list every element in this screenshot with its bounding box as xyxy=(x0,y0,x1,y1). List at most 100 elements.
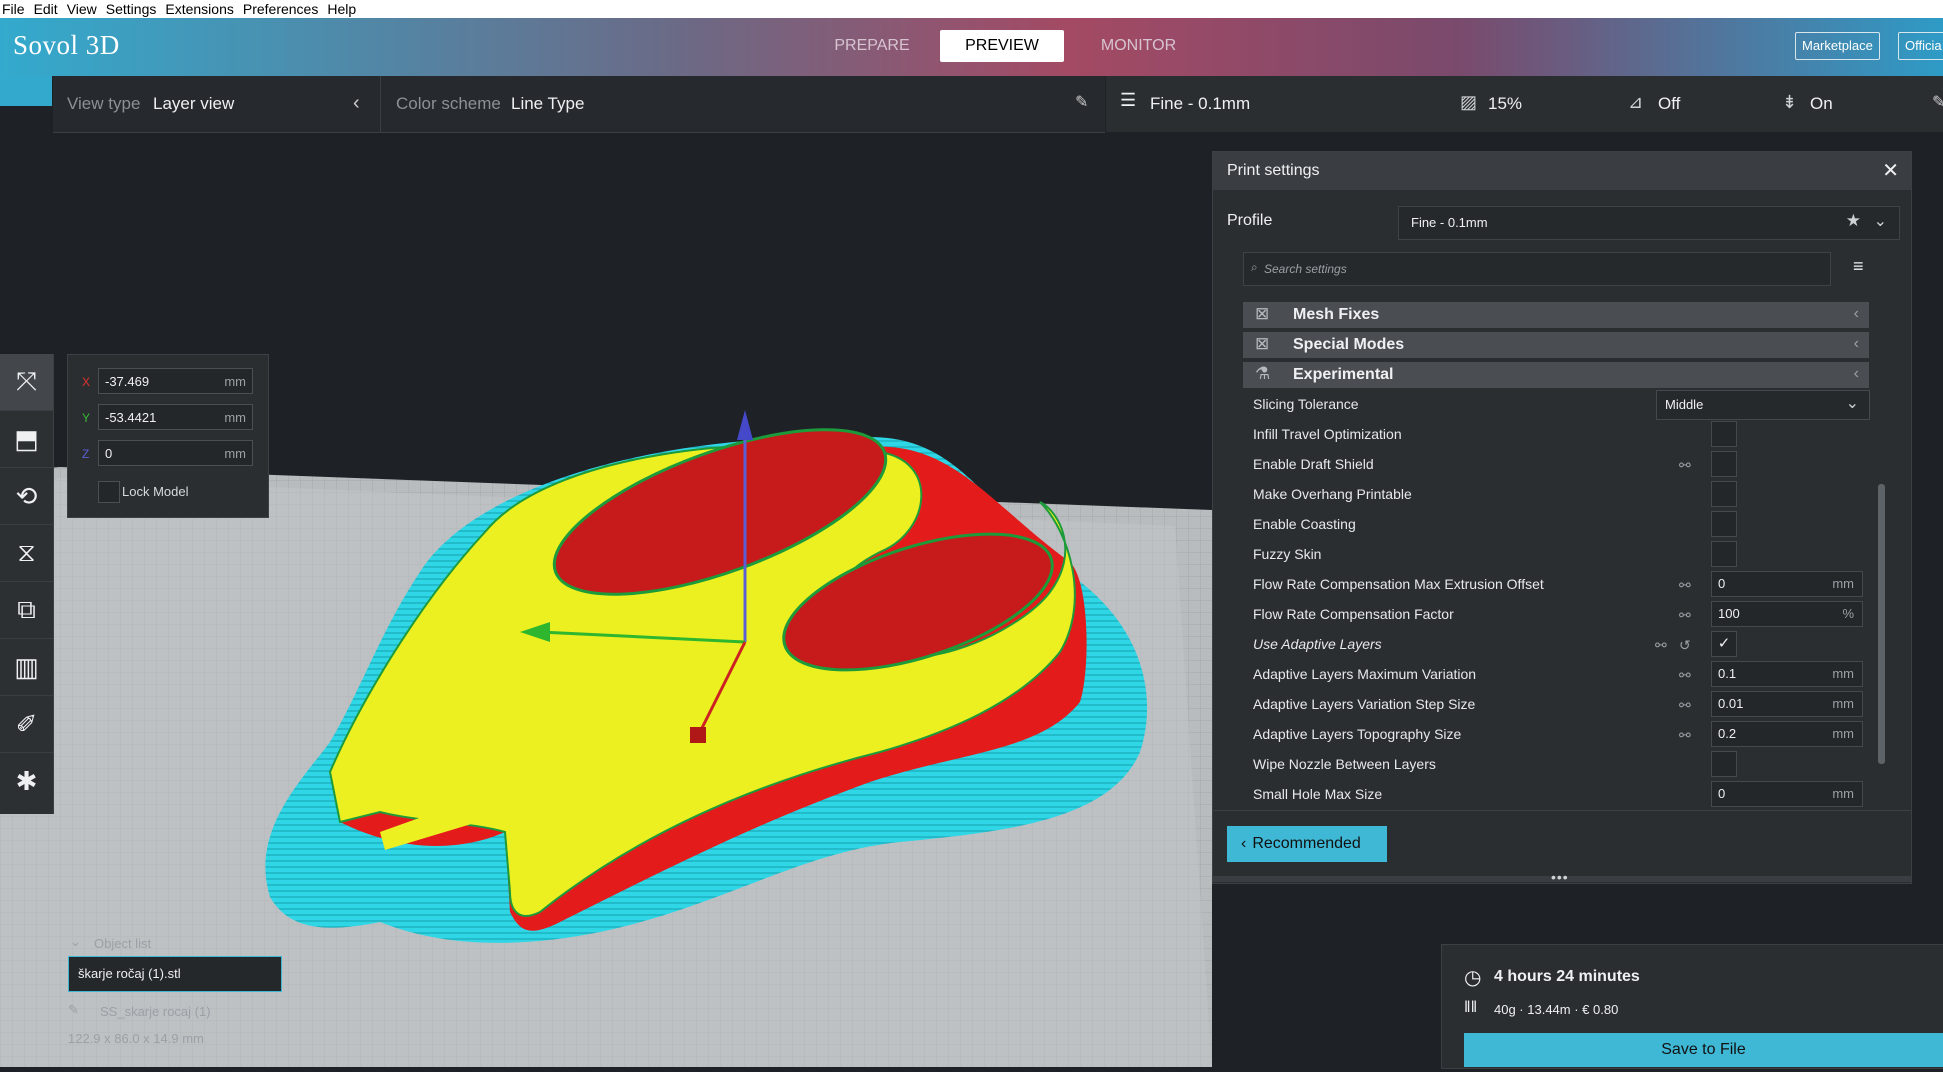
view-type-dropdown[interactable]: Layer view xyxy=(153,94,234,114)
panel-resize-handle[interactable]: ••• xyxy=(1213,869,1911,885)
reset-icon[interactable]: ↺ xyxy=(1679,637,1695,653)
object-list-item[interactable]: škarje ročaj (1).stl xyxy=(68,956,282,992)
layers-icon: ☰ xyxy=(1120,90,1137,110)
menu-edit[interactable]: Edit xyxy=(32,0,60,18)
official-button[interactable]: Officia xyxy=(1898,32,1943,60)
divider xyxy=(1213,810,1911,811)
move-panel: X -37.469 mm Y -53.4421 mm Z 0 mm Lock Mode… xyxy=(67,354,269,518)
wipe-nozzle-checkbox[interactable] xyxy=(1711,751,1737,777)
x-input[interactable]: -37.469 mm xyxy=(98,368,253,394)
menu-preferences[interactable]: Preferences xyxy=(241,0,320,18)
pencil-icon[interactable]: ✎ xyxy=(1075,92,1088,112)
setting-label: Flow Rate Compensation Factor xyxy=(1253,606,1454,622)
chevron-left-icon: ‹ xyxy=(1853,365,1859,382)
setting-label: Make Overhang Printable xyxy=(1253,486,1412,502)
divider xyxy=(380,76,381,132)
coasting-checkbox[interactable] xyxy=(1711,511,1737,537)
recommended-button[interactable]: ‹ Recommended xyxy=(1227,826,1387,862)
flow-factor-input[interactable]: 100% xyxy=(1711,601,1863,627)
chevron-down-icon[interactable]: ⌄ xyxy=(70,934,81,950)
link-icon: ⚯ xyxy=(1679,457,1691,473)
stage-prepare[interactable]: PREPARE xyxy=(829,30,915,62)
menu-extensions[interactable]: Extensions xyxy=(163,0,235,18)
settings-scrollbar[interactable] xyxy=(1878,484,1885,764)
clock-icon: ◷ xyxy=(1464,967,1482,989)
object-list-title[interactable]: Object list xyxy=(94,936,151,951)
panel-title: Print settings xyxy=(1227,162,1320,179)
chevron-down-icon[interactable]: ⌄ xyxy=(1874,211,1887,231)
app-header: Sovol 3D PREPARE PREVIEW MONITOR Marketp… xyxy=(0,18,1943,76)
adhesion-summary: On xyxy=(1810,94,1833,113)
3d-viewport[interactable] xyxy=(0,132,1212,1067)
star-icon[interactable]: ★ xyxy=(1846,211,1861,231)
rotate-tool-icon[interactable]: ⟲ xyxy=(0,468,53,525)
flow-max-offset-input[interactable]: 0 mm xyxy=(1711,571,1863,597)
profile-summary: Fine - 0.1mm xyxy=(1150,94,1251,113)
pencil-icon[interactable]: ✎ xyxy=(68,1002,79,1018)
adaptive-layers-checkbox[interactable]: ✓ xyxy=(1711,631,1737,657)
adaptive-max-variation-input[interactable]: 0.1 mm xyxy=(1711,661,1863,687)
measure-tool-icon[interactable]: ✐ xyxy=(0,696,53,753)
setting-label: Fuzzy Skin xyxy=(1253,546,1322,562)
profile-dropdown[interactable]: Fine - 0.1mm ★ ⌄ xyxy=(1398,206,1900,240)
category-special-modes[interactable]: ⊠ Special Modes ‹ xyxy=(1243,332,1869,358)
z-input[interactable]: 0 mm xyxy=(98,440,253,466)
setting-label: Adaptive Layers Topography Size xyxy=(1253,726,1462,742)
fuzzy-skin-checkbox[interactable] xyxy=(1711,541,1737,567)
color-scheme-label: Color scheme xyxy=(396,94,501,113)
link-icon: ⚯ xyxy=(1679,607,1691,623)
small-hole-max-input[interactable]: 0 mm xyxy=(1711,781,1863,807)
chevron-down-icon: ⌄ xyxy=(1845,395,1859,412)
stage-monitor[interactable]: MONITOR xyxy=(1091,30,1186,62)
marketplace-button[interactable]: Marketplace xyxy=(1795,32,1880,60)
pencil-icon[interactable]: ✎ xyxy=(1932,92,1943,112)
category-mesh-fixes[interactable]: ⊠ Mesh Fixes ‹ xyxy=(1243,302,1869,328)
support-summary: Off xyxy=(1658,94,1681,113)
mirror-tool-icon[interactable]: ⧖ xyxy=(0,525,53,582)
per-model-settings-icon[interactable]: ⧉ xyxy=(0,582,53,639)
gizmo-z-arrow[interactable] xyxy=(737,410,753,440)
draft-shield-checkbox[interactable] xyxy=(1711,451,1737,477)
extensions-tool-icon[interactable]: ✱ xyxy=(0,753,53,809)
infill-summary: 15% xyxy=(1488,94,1523,113)
infill-travel-optimization-checkbox[interactable] xyxy=(1711,421,1737,447)
object-dimensions: 122.9 x 86.0 x 14.9 mm xyxy=(68,1031,204,1046)
chevron-left-icon[interactable]: ‹ xyxy=(353,92,360,115)
lock-model-checkbox[interactable] xyxy=(98,481,120,503)
y-input[interactable]: -53.4421 mm xyxy=(98,404,253,430)
scale-tool-icon[interactable]: ⬒ xyxy=(0,411,53,468)
object-name: SS_skarje rocaj (1) xyxy=(100,1004,211,1019)
color-scheme-dropdown[interactable]: Line Type xyxy=(511,94,584,114)
menu-view[interactable]: View xyxy=(65,0,99,18)
print-setup-summary[interactable]: ☰ Fine - 0.1mm ▨ 15% ⊿ Off ⇟ On ✎ xyxy=(1106,76,1943,132)
menu-help[interactable]: Help xyxy=(325,0,358,18)
adaptive-topography-input[interactable]: 0.2 mm xyxy=(1711,721,1863,747)
gizmo-x-handle[interactable] xyxy=(690,727,706,743)
drag-dots-icon: ••• xyxy=(1551,869,1569,885)
build-plate-scene xyxy=(0,410,1212,1067)
stage-preview[interactable]: PREVIEW xyxy=(940,30,1064,62)
search-input[interactable]: ⌕ Search settings xyxy=(1243,252,1831,286)
save-to-file-button[interactable]: Save to File xyxy=(1464,1033,1943,1067)
overhang-printable-checkbox[interactable] xyxy=(1711,481,1737,507)
link-icon: ⚯ xyxy=(1679,577,1691,593)
link-icon: ⚯ xyxy=(1679,697,1691,713)
category-experimental[interactable]: ⚗ Experimental ‹ xyxy=(1243,362,1869,388)
setting-label: Flow Rate Compensation Max Extrusion Off… xyxy=(1253,576,1544,592)
settings-menu-icon[interactable]: ≡ xyxy=(1853,256,1864,277)
tool-sidebar: ⤧ ⬒ ⟲ ⧖ ⧉ ▥ ✐ ✱ xyxy=(0,354,54,814)
print-time: 4 hours 24 minutes xyxy=(1494,968,1640,985)
support-blocker-icon[interactable]: ▥ xyxy=(0,639,53,696)
menu-file[interactable]: File xyxy=(0,0,27,18)
slicing-tolerance-dropdown[interactable]: Middle ⌄ xyxy=(1656,390,1870,420)
print-settings-header: Print settings ✕ xyxy=(1213,152,1911,190)
move-tool-icon[interactable]: ⤧ xyxy=(0,354,53,411)
adaptive-step-size-input[interactable]: 0.01 mm xyxy=(1711,691,1863,717)
menu-settings[interactable]: Settings xyxy=(104,0,159,18)
setting-label: Wipe Nozzle Between Layers xyxy=(1253,756,1436,772)
brand-logo: Sovol 3D xyxy=(13,30,120,60)
slicing-tolerance-label: Slicing Tolerance xyxy=(1253,396,1359,412)
object-list-panel: ⌄ Object list škarje ročaj (1).stl ✎ SS_… xyxy=(68,934,298,1064)
close-icon[interactable]: ✕ xyxy=(1882,158,1899,183)
setting-label: Infill Travel Optimization xyxy=(1253,426,1402,442)
